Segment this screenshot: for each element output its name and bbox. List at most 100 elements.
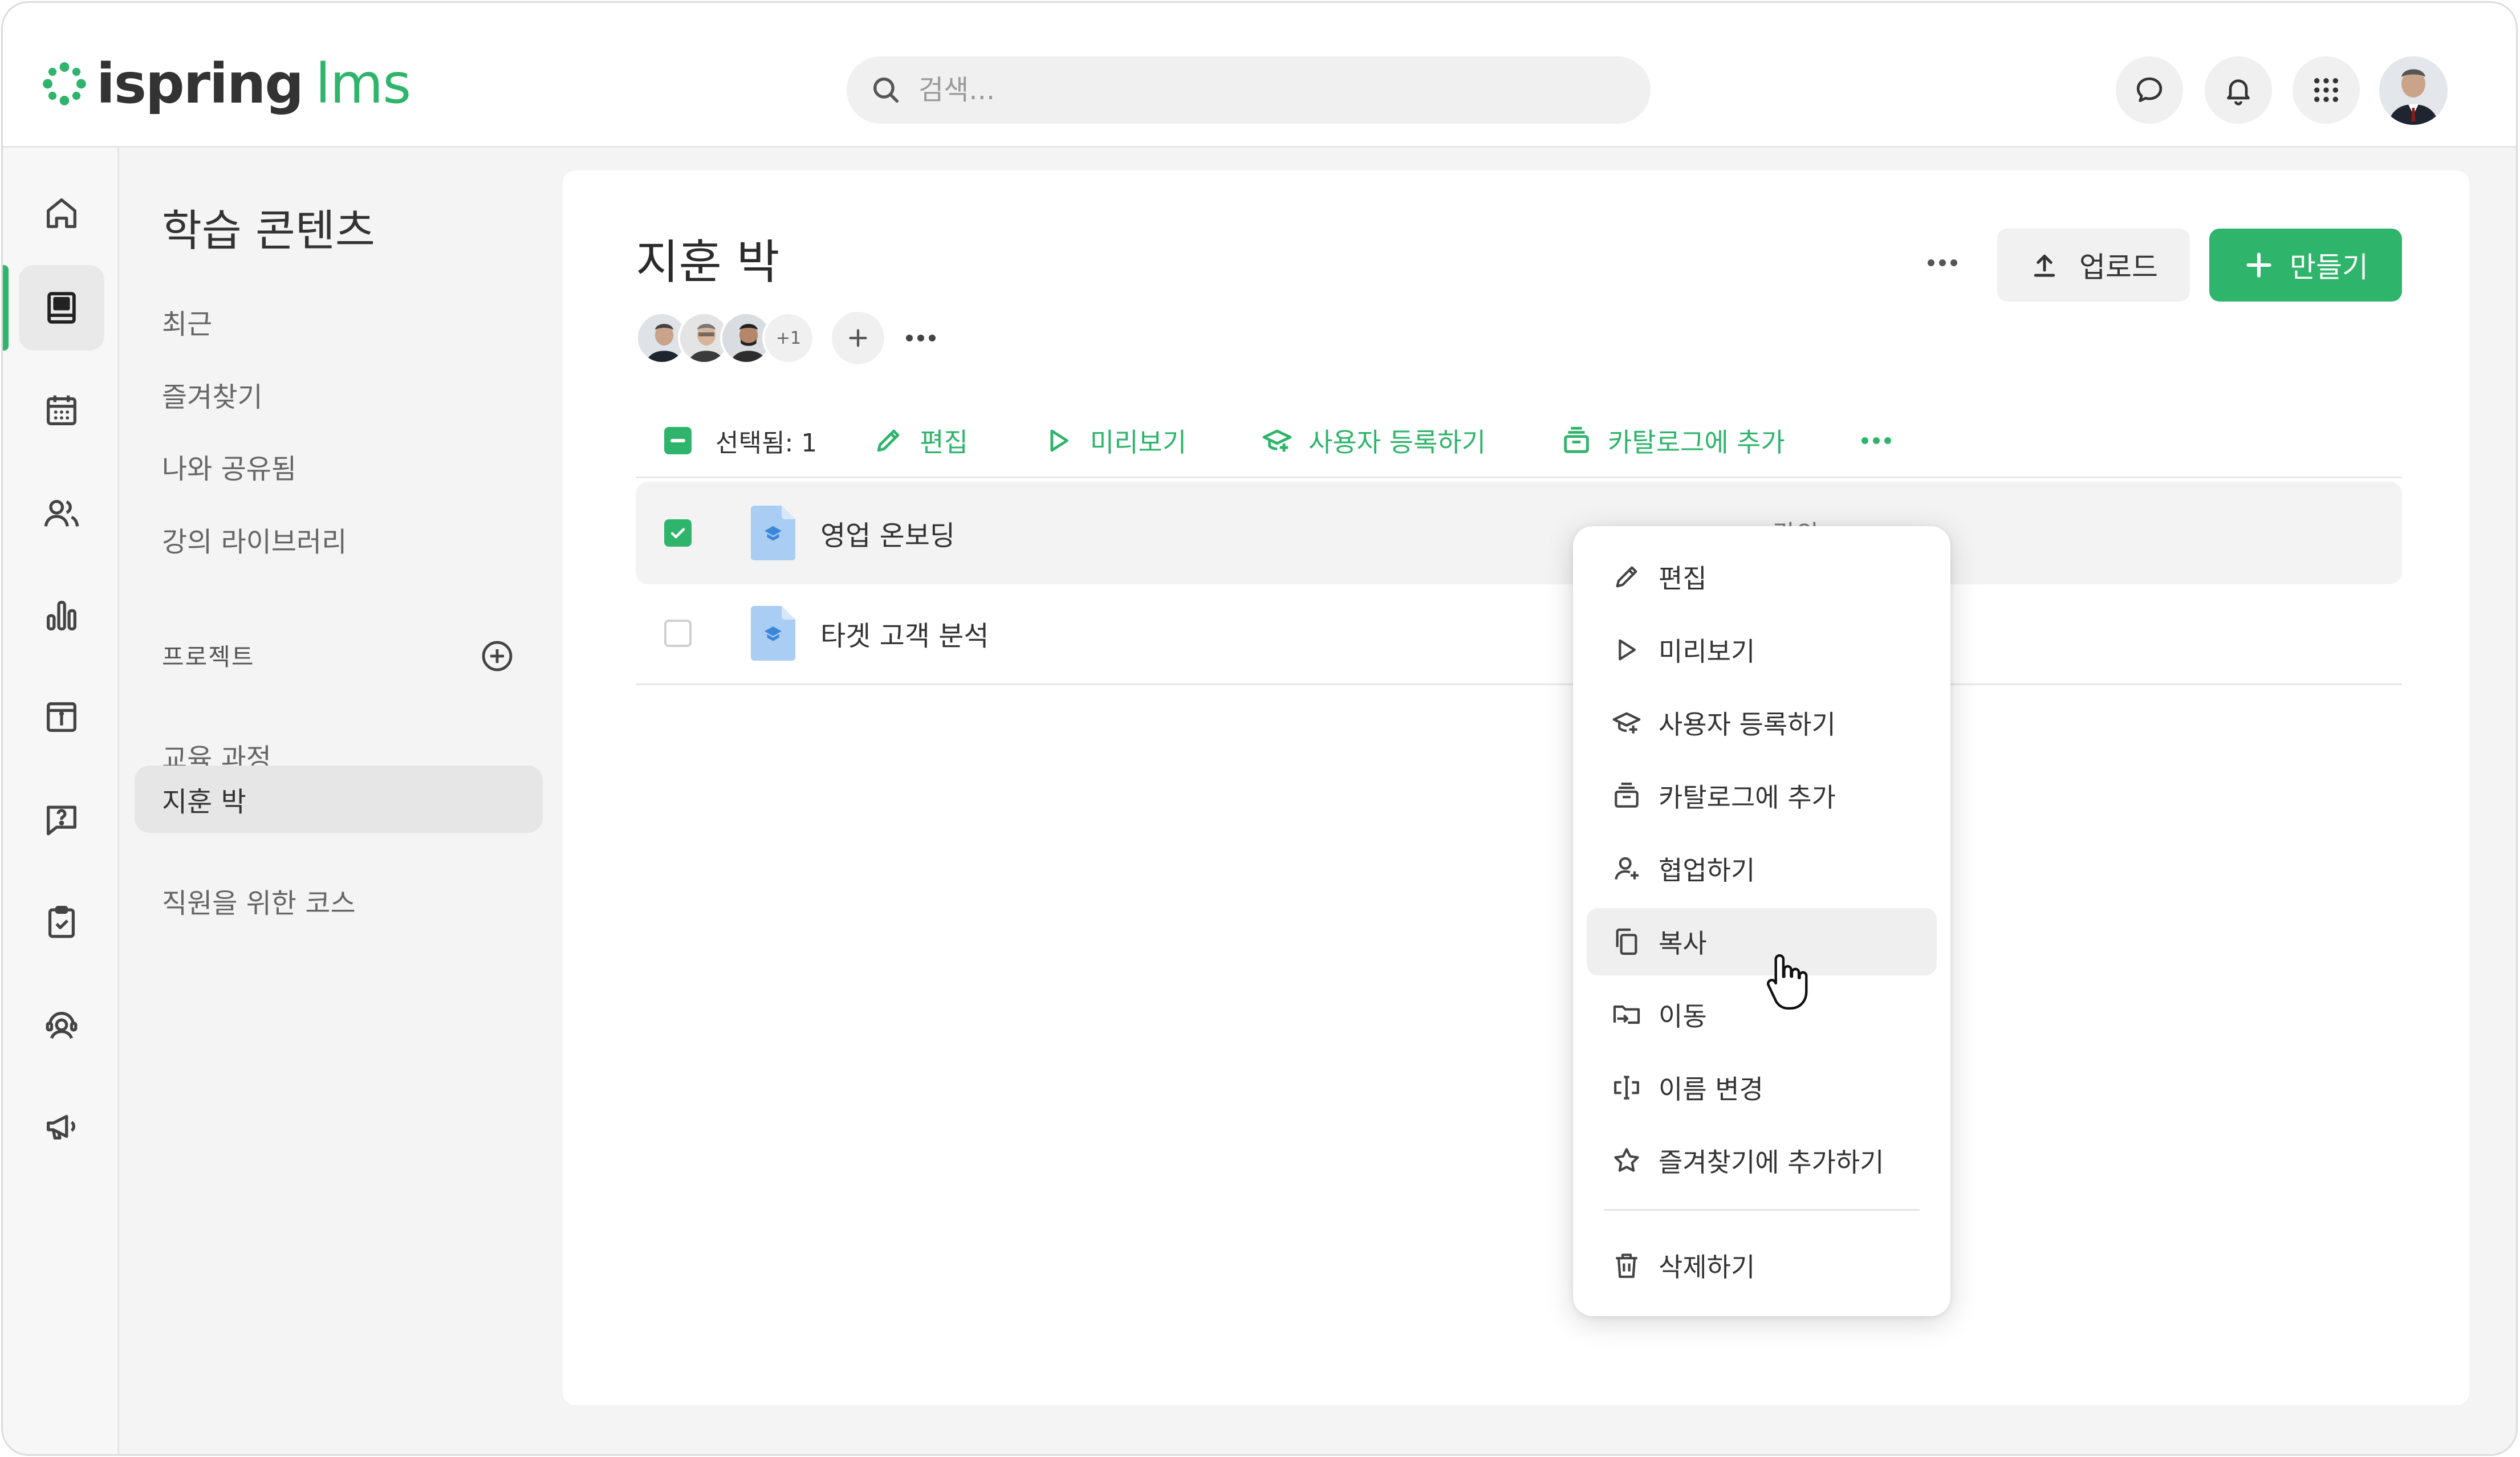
sidebar-item-shared[interactable]: 나와 공유됨: [135, 433, 543, 500]
add-collaborator-button[interactable]: [832, 312, 884, 364]
menu-item-enroll[interactable]: 사용자 등록하기: [1587, 689, 1937, 756]
user-avatar-image: [2379, 56, 2448, 125]
menu-item-label: 사용자 등록하기: [1659, 709, 1836, 740]
sidebar-item-library[interactable]: 강의 라이브러리: [135, 506, 543, 573]
search-bar[interactable]: [847, 56, 1651, 124]
toolbar-preview-button[interactable]: 미리보기: [1042, 422, 1186, 459]
pencil-icon: [877, 429, 900, 451]
page-more-options-icon[interactable]: [1925, 257, 1960, 268]
play-icon: [1050, 429, 1068, 451]
apps-button[interactable]: [2293, 56, 2360, 124]
sidebar-project-jihoon[interactable]: 지훈 박: [135, 766, 543, 833]
menu-item-delete[interactable]: 삭제하기: [1587, 1232, 1937, 1299]
rail-learning-content[interactable]: [19, 265, 104, 351]
row-checkbox[interactable]: [664, 620, 692, 647]
menu-item-label: 이동: [1659, 1001, 1707, 1032]
context-menu: 편집 미리보기 사용자 등록하기 카탈로그에 추가 협업하기 복사 이동 이름: [1573, 526, 1950, 1316]
nav-rail: [3, 148, 119, 1454]
toolbar-enroll-label: 사용자 등록하기: [1308, 426, 1486, 458]
rail-assignments[interactable]: [19, 880, 104, 965]
logo-product-text: lms: [315, 52, 411, 116]
toolbar-edit-button[interactable]: 편집: [872, 422, 968, 459]
row-name: 타겟 고객 분석: [820, 620, 989, 652]
menu-item-label: 편집: [1659, 563, 1707, 594]
menu-item-label: 카탈로그에 추가: [1659, 782, 1836, 813]
notifications-button[interactable]: [2205, 56, 2272, 124]
collaborators-more-icon[interactable]: [904, 332, 938, 344]
toolbar-add-catalog-button[interactable]: 카탈로그에 추가: [1560, 422, 1785, 459]
apps-grid-icon: [2314, 78, 2338, 102]
menu-item-favorite[interactable]: 즐겨찾기에 추가하기: [1587, 1127, 1937, 1194]
more-collaborators-badge[interactable]: +1: [762, 312, 815, 364]
menu-item-add-catalog[interactable]: 카탈로그에 추가: [1587, 762, 1937, 829]
top-header: ispring lms: [3, 3, 2516, 148]
menu-item-move[interactable]: 이동: [1587, 981, 1937, 1048]
pencil-icon: [1616, 566, 1637, 588]
menu-item-rename[interactable]: 이름 변경: [1587, 1054, 1937, 1121]
toolbar-enroll-button[interactable]: 사용자 등록하기: [1261, 422, 1486, 459]
upload-button[interactable]: 업로드: [1997, 229, 2190, 302]
sidebar-project-staff-courses[interactable]: 직원을 위한 코스: [135, 867, 543, 934]
chat-button[interactable]: [2116, 56, 2183, 124]
ispring-logo[interactable]: ispring lms: [40, 52, 411, 116]
add-project-icon[interactable]: [479, 638, 515, 674]
play-icon: [1619, 639, 1636, 661]
app-window: ispring lms 검색... 학습 콘텐츠 최근 즐겨찾기 나와 공유됨 …: [1, 1, 2518, 1456]
toolbar-edit-label: 편집: [920, 426, 968, 458]
clipboard-icon: [48, 906, 75, 938]
rail-reports[interactable]: [19, 573, 104, 658]
rail-support[interactable]: [19, 982, 104, 1068]
upload-icon: [2034, 254, 2055, 277]
ispring-logo-icon: [43, 62, 86, 105]
toolbar-more-icon[interactable]: [1859, 435, 1893, 446]
sidebar-item-recent[interactable]: 최근: [135, 288, 543, 355]
table-row[interactable]: 영업 온보딩 강의: [636, 482, 2402, 584]
rail-announcements[interactable]: [19, 1084, 104, 1169]
sidebar-item-favorites[interactable]: 즐겨찾기: [135, 361, 543, 428]
chat-icon: [2136, 77, 2163, 103]
menu-separator: [1604, 1209, 1920, 1211]
create-button[interactable]: 만들기: [2209, 229, 2402, 302]
create-button-label: 만들기: [2290, 251, 2368, 284]
graduation-icon: [1612, 712, 1641, 734]
home-icon: [47, 198, 76, 228]
rail-users[interactable]: [19, 470, 104, 556]
megaphone-icon: [47, 1114, 75, 1140]
table-divider: [636, 683, 2402, 685]
upload-button-label: 업로드: [2079, 251, 2158, 284]
rail-catalog[interactable]: [19, 674, 104, 760]
move-folder-icon: [1613, 1005, 1640, 1024]
menu-item-collaborate[interactable]: 협업하기: [1587, 835, 1937, 902]
user-plus-icon: [1615, 857, 1639, 880]
users-icon: [44, 499, 79, 527]
plus-icon: [849, 329, 867, 347]
rail-calendar[interactable]: [19, 368, 104, 453]
menu-item-copy[interactable]: 복사: [1587, 908, 1937, 975]
main-panel: 지훈 박 +1 업로드 만들기 선택됨: 1 편집 미리보기 사용자 등록하기 …: [563, 170, 2469, 1405]
menu-item-label: 이름 변경: [1659, 1074, 1763, 1105]
active-rail-indicator: [3, 265, 9, 351]
copy-icon: [1616, 928, 1637, 955]
page-title: 지훈 박: [636, 235, 780, 290]
book-icon: [47, 292, 76, 324]
collaborators: +1: [636, 312, 938, 364]
calendar-icon: [47, 395, 76, 425]
logo-brand-text: ispring: [96, 52, 304, 116]
row-name: 영업 온보딩: [820, 520, 956, 552]
table-row[interactable]: 타겟 고객 분석: [636, 582, 2402, 685]
user-avatar[interactable]: [2379, 56, 2448, 125]
projects-section-label: 프로젝트: [162, 643, 255, 671]
content-sidebar: 학습 콘텐츠 최근 즐겨찾기 나와 공유됨 강의 라이브러리 프로젝트 교육 과…: [121, 148, 554, 1454]
star-icon: [1614, 1148, 1639, 1172]
catalog-icon: [1564, 426, 1589, 453]
help-icon: [47, 805, 76, 836]
row-checkbox[interactable]: [664, 519, 692, 547]
menu-item-edit[interactable]: 편집: [1587, 543, 1937, 611]
search-input[interactable]: [918, 74, 1603, 106]
rail-help[interactable]: [19, 777, 104, 862]
rail-home[interactable]: [19, 170, 104, 256]
chart-icon: [47, 601, 76, 630]
menu-item-preview[interactable]: 미리보기: [1587, 616, 1937, 683]
select-all-checkbox[interactable]: [664, 426, 692, 454]
support-icon: [46, 1011, 78, 1039]
